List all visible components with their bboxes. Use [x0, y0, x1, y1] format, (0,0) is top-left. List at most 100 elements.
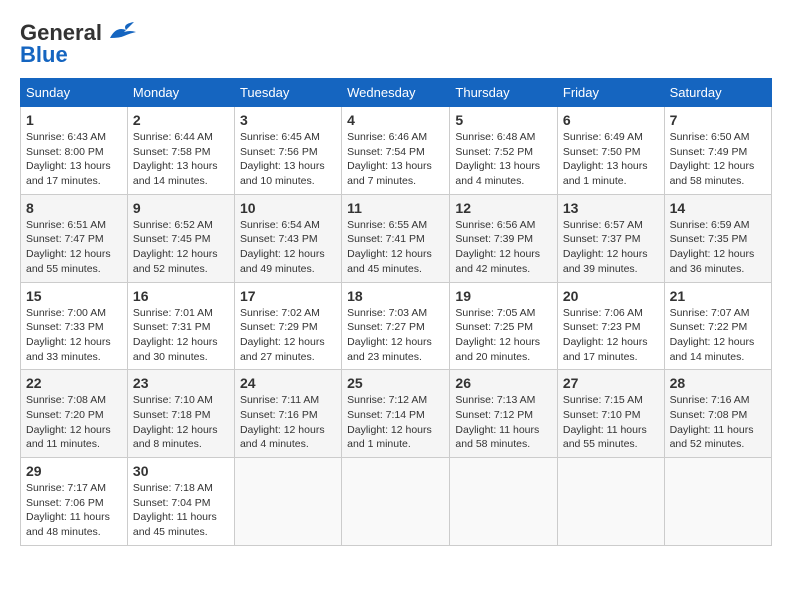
day-number: 24 [240, 375, 336, 391]
calendar-week-row: 8 Sunrise: 6:51 AM Sunset: 7:47 PM Daylig… [21, 194, 772, 282]
day-number: 2 [133, 112, 229, 128]
column-header-sunday: Sunday [21, 79, 128, 107]
day-info: Sunrise: 6:43 AM Sunset: 8:00 PM Dayligh… [26, 130, 122, 189]
column-header-saturday: Saturday [664, 79, 771, 107]
day-number: 15 [26, 288, 122, 304]
day-info: Sunrise: 7:08 AM Sunset: 7:20 PM Dayligh… [26, 393, 122, 452]
calendar-day-13: 13 Sunrise: 6:57 AM Sunset: 7:37 PM Dayli… [557, 194, 664, 282]
calendar-day-19: 19Sunrise: 7:05 AM Sunset: 7:25 PM Dayli… [450, 282, 557, 370]
day-number: 12 [455, 200, 551, 216]
day-info: Sunrise: 6:44 AM Sunset: 7:58 PM Dayligh… [133, 130, 229, 189]
calendar-day-16: 16 Sunrise: 7:01 AM Sunset: 7:31 PM Dayli… [127, 282, 234, 370]
day-info: Sunrise: 7:03 AM Sunset: 7:27 PM Dayligh… [347, 306, 444, 365]
calendar-day-10: 10 Sunrise: 6:54 AM Sunset: 7:43 PM Dayli… [234, 194, 341, 282]
day-info: Sunrise: 7:01 AM Sunset: 7:31 PM Dayligh… [133, 306, 229, 365]
calendar-body: 1Sunrise: 6:43 AM Sunset: 8:00 PM Daylig… [21, 107, 772, 546]
calendar-day-12: 12 Sunrise: 6:56 AM Sunset: 7:39 PM Dayli… [450, 194, 557, 282]
day-number: 10 [240, 200, 336, 216]
calendar-day-26: 26 Sunrise: 7:13 AM Sunset: 7:12 PM Dayli… [450, 370, 557, 458]
day-number: 8 [26, 200, 122, 216]
day-number: 22 [26, 375, 122, 391]
day-info: Sunrise: 7:06 AM Sunset: 7:23 PM Dayligh… [563, 306, 659, 365]
day-info: Sunrise: 6:51 AM Sunset: 7:47 PM Dayligh… [26, 218, 122, 277]
calendar-day-29: 29 Sunrise: 7:17 AM Sunset: 7:06 PM Dayli… [21, 458, 128, 546]
calendar-week-row: 1Sunrise: 6:43 AM Sunset: 8:00 PM Daylig… [21, 107, 772, 195]
calendar-day-6: 6 Sunrise: 6:49 AM Sunset: 7:50 PM Daylig… [557, 107, 664, 195]
calendar-day-11: 11 Sunrise: 6:55 AM Sunset: 7:41 PM Dayli… [342, 194, 450, 282]
day-number: 23 [133, 375, 229, 391]
day-number: 16 [133, 288, 229, 304]
day-info: Sunrise: 6:57 AM Sunset: 7:37 PM Dayligh… [563, 218, 659, 277]
calendar-table: SundayMondayTuesdayWednesdayThursdayFrid… [20, 78, 772, 546]
day-number: 14 [670, 200, 766, 216]
calendar-day-7: 7 Sunrise: 6:50 AM Sunset: 7:49 PM Daylig… [664, 107, 771, 195]
day-info: Sunrise: 7:00 AM Sunset: 7:33 PM Dayligh… [26, 306, 122, 365]
calendar-day-27: 27 Sunrise: 7:15 AM Sunset: 7:10 PM Dayli… [557, 370, 664, 458]
calendar-day-5: 5Sunrise: 6:48 AM Sunset: 7:52 PM Daylig… [450, 107, 557, 195]
calendar-day-empty [664, 458, 771, 546]
day-info: Sunrise: 6:50 AM Sunset: 7:49 PM Dayligh… [670, 130, 766, 189]
column-header-thursday: Thursday [450, 79, 557, 107]
day-info: Sunrise: 7:17 AM Sunset: 7:06 PM Dayligh… [26, 481, 122, 540]
day-number: 3 [240, 112, 336, 128]
day-info: Sunrise: 6:46 AM Sunset: 7:54 PM Dayligh… [347, 130, 444, 189]
day-number: 13 [563, 200, 659, 216]
column-header-tuesday: Tuesday [234, 79, 341, 107]
day-number: 27 [563, 375, 659, 391]
day-number: 11 [347, 200, 444, 216]
day-number: 20 [563, 288, 659, 304]
day-info: Sunrise: 6:45 AM Sunset: 7:56 PM Dayligh… [240, 130, 336, 189]
calendar-day-15: 15 Sunrise: 7:00 AM Sunset: 7:33 PM Dayli… [21, 282, 128, 370]
header-row: SundayMondayTuesdayWednesdayThursdayFrid… [21, 79, 772, 107]
column-header-friday: Friday [557, 79, 664, 107]
day-number: 28 [670, 375, 766, 391]
calendar-day-4: 4 Sunrise: 6:46 AM Sunset: 7:54 PM Daylig… [342, 107, 450, 195]
day-number: 6 [563, 112, 659, 128]
day-info: Sunrise: 6:55 AM Sunset: 7:41 PM Dayligh… [347, 218, 444, 277]
day-info: Sunrise: 7:13 AM Sunset: 7:12 PM Dayligh… [455, 393, 551, 452]
day-info: Sunrise: 7:18 AM Sunset: 7:04 PM Dayligh… [133, 481, 229, 540]
day-number: 9 [133, 200, 229, 216]
day-number: 4 [347, 112, 444, 128]
day-number: 21 [670, 288, 766, 304]
day-number: 7 [670, 112, 766, 128]
calendar-day-28: 28Sunrise: 7:16 AM Sunset: 7:08 PM Dayli… [664, 370, 771, 458]
calendar-day-21: 21 Sunrise: 7:07 AM Sunset: 7:22 PM Dayli… [664, 282, 771, 370]
calendar-day-empty [450, 458, 557, 546]
day-number: 19 [455, 288, 551, 304]
logo-bird-icon [106, 22, 138, 44]
day-number: 26 [455, 375, 551, 391]
page-header: General Blue [20, 20, 772, 68]
day-info: Sunrise: 6:52 AM Sunset: 7:45 PM Dayligh… [133, 218, 229, 277]
day-number: 17 [240, 288, 336, 304]
day-info: Sunrise: 7:15 AM Sunset: 7:10 PM Dayligh… [563, 393, 659, 452]
calendar-week-row: 22 Sunrise: 7:08 AM Sunset: 7:20 PM Dayli… [21, 370, 772, 458]
calendar-day-20: 20 Sunrise: 7:06 AM Sunset: 7:23 PM Dayli… [557, 282, 664, 370]
calendar-day-30: 30Sunrise: 7:18 AM Sunset: 7:04 PM Dayli… [127, 458, 234, 546]
calendar-day-1: 1Sunrise: 6:43 AM Sunset: 8:00 PM Daylig… [21, 107, 128, 195]
day-number: 29 [26, 463, 122, 479]
day-info: Sunrise: 6:49 AM Sunset: 7:50 PM Dayligh… [563, 130, 659, 189]
calendar-day-3: 3 Sunrise: 6:45 AM Sunset: 7:56 PM Daylig… [234, 107, 341, 195]
day-info: Sunrise: 6:54 AM Sunset: 7:43 PM Dayligh… [240, 218, 336, 277]
calendar-day-9: 9 Sunrise: 6:52 AM Sunset: 7:45 PM Daylig… [127, 194, 234, 282]
calendar-header: SundayMondayTuesdayWednesdayThursdayFrid… [21, 79, 772, 107]
calendar-day-2: 2 Sunrise: 6:44 AM Sunset: 7:58 PM Daylig… [127, 107, 234, 195]
calendar-day-empty [557, 458, 664, 546]
day-info: Sunrise: 7:10 AM Sunset: 7:18 PM Dayligh… [133, 393, 229, 452]
calendar-week-row: 15 Sunrise: 7:00 AM Sunset: 7:33 PM Dayli… [21, 282, 772, 370]
calendar-day-22: 22 Sunrise: 7:08 AM Sunset: 7:20 PM Dayli… [21, 370, 128, 458]
column-header-monday: Monday [127, 79, 234, 107]
calendar-day-18: 18Sunrise: 7:03 AM Sunset: 7:27 PM Dayli… [342, 282, 450, 370]
calendar-day-17: 17Sunrise: 7:02 AM Sunset: 7:29 PM Dayli… [234, 282, 341, 370]
calendar-week-row: 29 Sunrise: 7:17 AM Sunset: 7:06 PM Dayli… [21, 458, 772, 546]
logo-blue-text: Blue [20, 42, 68, 68]
calendar-day-14: 14Sunrise: 6:59 AM Sunset: 7:35 PM Dayli… [664, 194, 771, 282]
calendar-day-25: 25Sunrise: 7:12 AM Sunset: 7:14 PM Dayli… [342, 370, 450, 458]
day-info: Sunrise: 7:12 AM Sunset: 7:14 PM Dayligh… [347, 393, 444, 452]
day-info: Sunrise: 7:11 AM Sunset: 7:16 PM Dayligh… [240, 393, 336, 452]
day-info: Sunrise: 7:07 AM Sunset: 7:22 PM Dayligh… [670, 306, 766, 365]
calendar-day-23: 23 Sunrise: 7:10 AM Sunset: 7:18 PM Dayli… [127, 370, 234, 458]
day-number: 5 [455, 112, 551, 128]
day-info: Sunrise: 6:56 AM Sunset: 7:39 PM Dayligh… [455, 218, 551, 277]
